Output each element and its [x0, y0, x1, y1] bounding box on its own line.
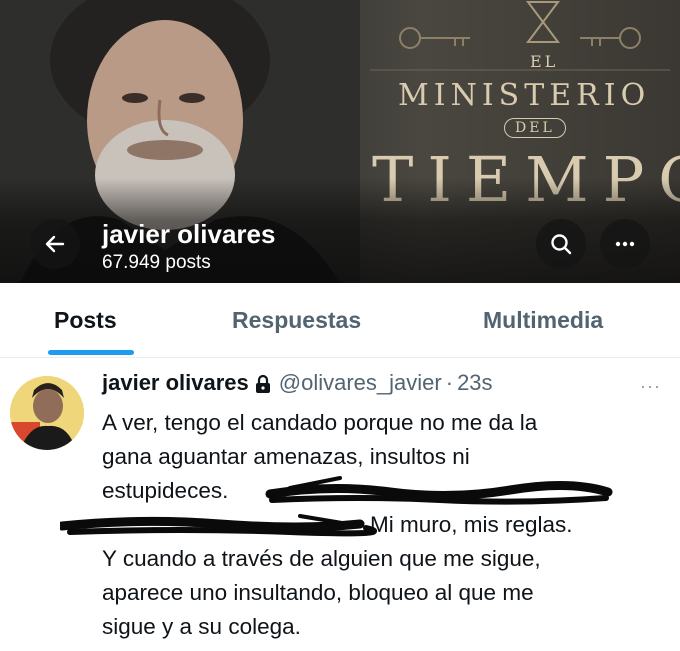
search-button[interactable]	[536, 219, 586, 269]
profile-screen: EL MINISTERIO DEL TIEMPO javier olivares…	[0, 0, 680, 651]
tweet-text-line: gana aguantar amenazas, insultos ni	[102, 444, 470, 469]
arrow-left-icon	[45, 235, 65, 253]
more-horizontal-icon	[615, 241, 635, 247]
tweet-text-line: Mi muro, mis reglas.	[370, 512, 573, 537]
tweet-text-line: sigue y a su colega.	[102, 614, 301, 639]
post-count: 67.949 posts	[102, 252, 211, 273]
back-button[interactable]	[30, 219, 80, 269]
tweet-more-icon[interactable]: ···	[640, 376, 661, 397]
tweet-header: javier olivares @olivares_javier · 23s	[102, 370, 493, 396]
lock-icon	[255, 374, 270, 393]
banner-title-del: DEL	[504, 118, 566, 138]
tweet-text: A ver, tengo el candado porque no me da …	[102, 406, 662, 644]
tab-posts[interactable]: Posts	[54, 307, 117, 334]
banner-title-el: EL	[530, 52, 559, 71]
search-icon	[551, 234, 572, 255]
tweet-text-line: aparece uno insultando, bloqueo al que m…	[102, 580, 534, 605]
tweet-text-line: A ver, tengo el candado porque no me da …	[102, 410, 538, 435]
author-name[interactable]: javier olivares	[102, 370, 249, 396]
banner-title-ministerio: MINISTERIO	[398, 78, 651, 113]
author-handle[interactable]: @olivares_javier	[279, 370, 442, 396]
avatar[interactable]	[10, 376, 84, 450]
profile-tabs: Posts Respuestas Multimedia	[0, 283, 680, 358]
tweet[interactable]: javier olivares @olivares_javier · 23s ·…	[0, 358, 680, 651]
profile-banner: EL MINISTERIO DEL TIEMPO javier olivares…	[0, 0, 680, 283]
separator-dot: ·	[445, 370, 454, 395]
tab-media[interactable]: Multimedia	[483, 307, 603, 334]
tab-replies[interactable]: Respuestas	[232, 307, 361, 334]
active-tab-indicator	[48, 350, 134, 355]
profile-name: javier olivares	[102, 219, 276, 249]
avatar-image	[10, 376, 84, 450]
more-options-button[interactable]	[600, 219, 650, 269]
tweet-text-line: Y cuando a través de alguien que me sigu…	[102, 546, 541, 571]
tweet-text-line: estupideces.	[102, 478, 229, 503]
tweet-timestamp[interactable]: 23s	[457, 370, 492, 396]
